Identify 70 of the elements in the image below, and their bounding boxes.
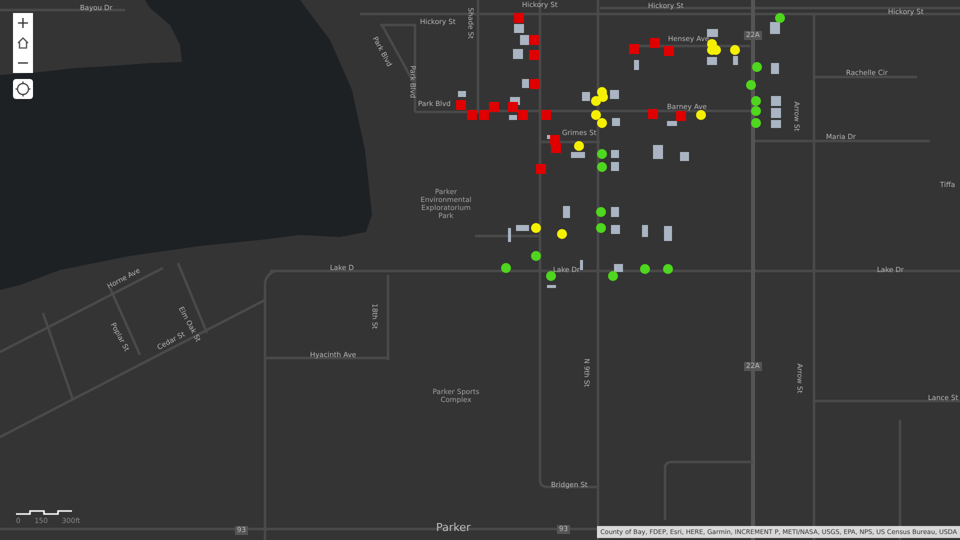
map-marker[interactable] [557, 229, 567, 239]
building-footprint [582, 92, 590, 101]
building-footprint [664, 226, 672, 241]
map-marker[interactable] [664, 46, 674, 56]
map-marker[interactable] [467, 110, 477, 120]
map-marker[interactable] [597, 162, 607, 172]
building-footprint [733, 56, 738, 65]
building-footprint [610, 90, 619, 99]
map-marker[interactable] [489, 102, 499, 112]
map-marker[interactable] [530, 79, 540, 89]
locate-icon [15, 81, 31, 97]
place-label: Parker [436, 521, 471, 534]
map-marker[interactable] [752, 62, 762, 72]
map-marker[interactable] [529, 35, 539, 45]
map-marker[interactable] [597, 118, 607, 128]
map-marker[interactable] [591, 110, 601, 120]
home-icon [16, 36, 30, 50]
building-footprint [707, 29, 718, 37]
building-footprint [707, 57, 717, 65]
map-marker[interactable] [751, 118, 761, 128]
map-marker[interactable] [597, 149, 607, 159]
map-marker[interactable] [536, 164, 546, 174]
building-footprint [680, 152, 689, 161]
map-marker[interactable] [551, 143, 561, 153]
locate-button[interactable] [13, 79, 33, 99]
map-marker[interactable] [676, 111, 686, 121]
map-marker[interactable] [574, 141, 584, 151]
map-marker[interactable] [663, 264, 673, 274]
map-marker[interactable] [640, 264, 650, 274]
map-marker[interactable] [541, 110, 551, 120]
map-marker[interactable] [531, 251, 541, 261]
scale-bar [16, 510, 74, 516]
map-marker[interactable] [596, 207, 606, 217]
map-marker[interactable] [746, 80, 756, 90]
building-footprint [614, 264, 623, 272]
building-footprint [458, 91, 466, 97]
building-footprint [771, 63, 779, 74]
map-marker[interactable] [751, 106, 761, 116]
building-footprint [667, 121, 677, 126]
building-footprint [642, 225, 648, 237]
building-footprint [508, 228, 511, 242]
building-footprint [509, 115, 517, 120]
map-marker[interactable] [508, 102, 518, 112]
map-marker[interactable] [696, 110, 706, 120]
building-footprint [571, 152, 585, 158]
building-footprint [653, 145, 663, 159]
building-footprint [516, 225, 529, 231]
map-marker[interactable] [529, 50, 539, 60]
map-marker[interactable] [730, 45, 740, 55]
building-footprint [612, 118, 620, 126]
building-footprint [634, 60, 639, 70]
map-marker[interactable] [546, 271, 556, 281]
map-marker[interactable] [629, 44, 639, 54]
map-marker[interactable] [751, 96, 761, 106]
map-marker[interactable] [648, 109, 658, 119]
map-marker[interactable] [514, 13, 524, 23]
map-marker[interactable] [650, 38, 660, 48]
building-footprint [547, 285, 556, 288]
map-marker[interactable] [501, 263, 511, 273]
map-marker[interactable] [456, 100, 466, 110]
building-footprint [770, 22, 780, 34]
building-footprint [563, 206, 570, 218]
building-footprint [580, 260, 583, 270]
map-marker[interactable] [596, 223, 606, 233]
map-marker[interactable] [479, 110, 489, 120]
map-marker[interactable] [711, 45, 721, 55]
map-marker[interactable] [531, 223, 541, 233]
map-marker[interactable] [591, 96, 601, 106]
map-marker[interactable] [518, 110, 528, 120]
map-marker[interactable] [608, 271, 618, 281]
